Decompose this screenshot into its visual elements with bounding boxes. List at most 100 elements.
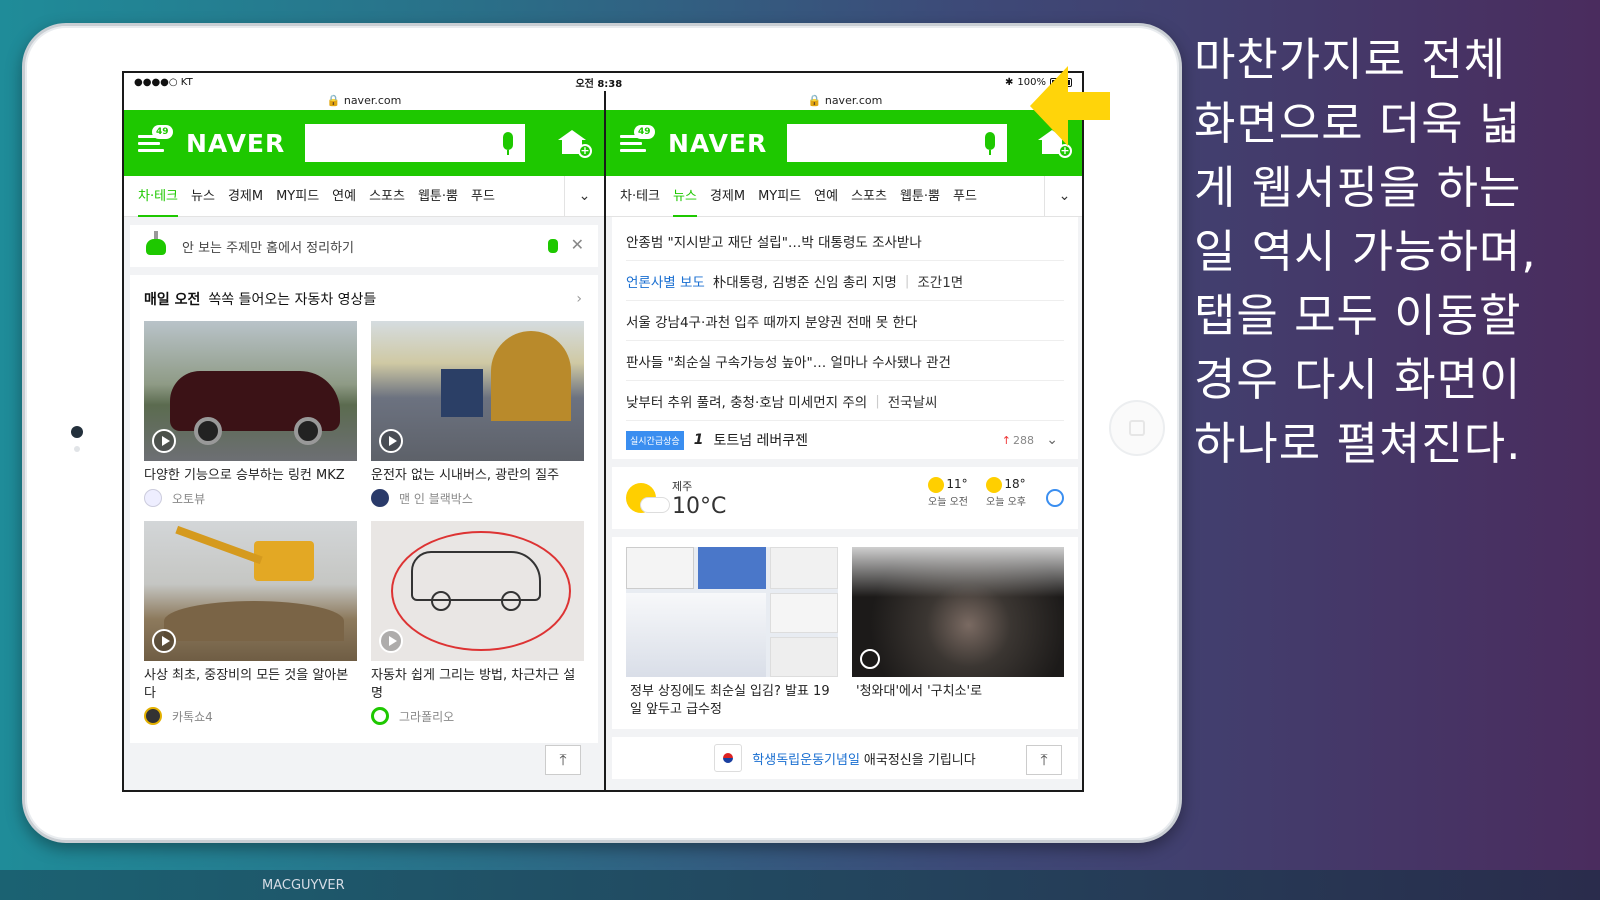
mic-icon[interactable] xyxy=(503,132,514,155)
headline-text: 안종범 "지시받고 재단 설립"…박 대통령도 조사받나 xyxy=(626,234,922,251)
tab-webtoon[interactable]: 웹툰·뿜 xyxy=(418,176,458,217)
close-icon[interactable]: ✕ xyxy=(571,235,584,254)
news-headline[interactable]: 언론사별 보도 朴대통령, 김병준 신임 총리 지명 | 조간1면 xyxy=(626,261,1064,301)
tab-sports[interactable]: 스포츠 xyxy=(851,176,887,217)
tab-car-tech[interactable]: 차·테크 xyxy=(138,176,179,217)
add-home-icon[interactable]: + xyxy=(558,130,592,158)
play-icon xyxy=(379,429,403,453)
tab-economy[interactable]: 경제M xyxy=(228,176,263,217)
news-headline[interactable]: 안종범 "지시받고 재단 설립"…박 대통령도 조사받나 xyxy=(626,221,1064,261)
url-text: naver.com xyxy=(343,94,402,107)
menu-badge: 49 xyxy=(152,125,173,139)
address-bar[interactable]: 🔒 naver.com xyxy=(124,91,604,110)
tab-food[interactable]: 푸드 xyxy=(471,176,495,217)
chevron-down-icon[interactable]: ⌄ xyxy=(564,176,604,216)
sun-cloud-icon xyxy=(626,483,670,513)
scroll-to-top-button[interactable]: ⤒ xyxy=(545,745,581,775)
video-item[interactable]: 다양한 기능으로 승부하는 링컨 MKZ 오토뷰 xyxy=(144,321,357,507)
tab-sports[interactable]: 스포츠 xyxy=(369,176,405,217)
tab-my-feed[interactable]: MY피드 xyxy=(276,176,319,217)
video-title[interactable]: 사상 최초, 중장비의 모든 것을 알아본다 xyxy=(144,667,357,703)
topic-tip-banner[interactable]: 안 보는 주제만 홈에서 정리하기 ✕ xyxy=(130,225,598,267)
scroll-to-top-button[interactable]: ⤒ xyxy=(1026,745,1062,775)
naver-logo[interactable]: NAVER xyxy=(668,129,767,158)
photo-thumbnail[interactable] xyxy=(852,547,1064,677)
press-link[interactable]: 언론사별 보도 xyxy=(626,271,705,291)
realtime-tag: 실시간급상승 xyxy=(626,430,684,450)
news-headline[interactable]: 낮부터 추위 풀려, 충청·호남 미세먼지 주의 | 전국날씨 xyxy=(626,381,1064,421)
caption-line: 화면으로 더욱 넓 xyxy=(1194,97,1522,150)
feed-header[interactable]: 매일 오전 쏙쏙 들어오는 자동차 영상들 › xyxy=(144,289,584,309)
tip-text: 안 보는 주제만 홈에서 정리하기 xyxy=(182,240,355,256)
tab-economy[interactable]: 경제M xyxy=(710,176,745,217)
tab-car-tech[interactable]: 차·테크 xyxy=(620,176,660,217)
forecast-afternoon: 18° 오늘 오후 xyxy=(984,477,1028,508)
forecast-temp: 11° xyxy=(946,477,968,491)
campaign-banner[interactable]: 학생독립운동기념일 애국정신을 기립니다 xyxy=(612,737,1078,779)
chevron-down-icon[interactable]: ⌄ xyxy=(1044,176,1082,216)
weather-temp: 10°C xyxy=(672,493,727,519)
realtime-trend[interactable]: 실시간급상승 1 토트넘 레버쿠젠 288 ⌄ xyxy=(626,421,1064,459)
video-title[interactable]: 운전자 없는 시내버스, 광란의 질주 xyxy=(371,467,584,485)
weather-card[interactable]: 제주 10°C 11° 오늘 오전 18° 오늘 오후 xyxy=(612,467,1078,529)
menu-badge: 49 xyxy=(634,125,655,139)
photo-news-item[interactable]: 정부 상징에도 최순실 입김? 발표 19일 앞두고 급수정 xyxy=(626,547,838,719)
camera-sensor xyxy=(74,446,80,452)
video-item[interactable]: 사상 최초, 중장비의 모든 것을 알아본다 카톡쇼4 xyxy=(144,521,357,725)
robot-icon xyxy=(142,231,170,261)
tab-my-feed[interactable]: MY피드 xyxy=(758,176,801,217)
naver-header: 49 NAVER + xyxy=(606,110,1082,176)
play-icon xyxy=(152,429,176,453)
right-split-pane: 🔒 naver.com 49 NAVER + 차·테크 뉴스 경제M MY피드 … xyxy=(604,91,1082,790)
trend-keyword[interactable]: 토트넘 레버쿠젠 xyxy=(713,430,808,450)
blackbox-icon xyxy=(371,489,389,507)
footer-brand: MACGUYVER xyxy=(262,878,345,893)
tab-food[interactable]: 푸드 xyxy=(953,176,977,217)
tab-entertainment[interactable]: 연예 xyxy=(814,176,838,217)
tab-news[interactable]: 뉴스 xyxy=(673,176,697,217)
news-headline[interactable]: 서울 강남4구·과천 입주 때까지 분양권 전매 못 한다 xyxy=(626,301,1064,341)
search-input[interactable] xyxy=(787,124,1008,162)
video-thumbnail[interactable] xyxy=(144,521,357,661)
video-title[interactable]: 자동차 쉽게 그리는 방법, 차근차근 설명 xyxy=(371,667,584,703)
chevron-down-icon[interactable]: ⌄ xyxy=(1046,432,1058,448)
photo-caption[interactable]: 정부 상징에도 최순실 입김? 발표 19일 앞두고 급수정 xyxy=(626,683,838,719)
news-headline[interactable]: 판사들 "최순실 구속가능성 높아"… 얼마나 수사됐나 관건 xyxy=(626,341,1064,381)
photo-thumbnail[interactable] xyxy=(626,547,838,677)
photo-caption[interactable]: '청와대'에서 '구치소'로 xyxy=(852,683,1064,701)
naver-logo[interactable]: NAVER xyxy=(186,129,285,158)
clock-text: 오전 8:38 xyxy=(575,78,623,90)
url-text: naver.com xyxy=(824,94,883,107)
menu-icon[interactable]: 49 xyxy=(138,125,174,155)
home-button[interactable] xyxy=(1109,400,1165,456)
headline-aux[interactable]: 전국날씨 xyxy=(888,391,938,411)
video-thumbnail[interactable] xyxy=(371,321,584,461)
video-item[interactable]: 운전자 없는 시내버스, 광란의 질주 맨 인 블랙박스 xyxy=(371,321,584,507)
address-bar[interactable]: 🔒 naver.com xyxy=(606,91,1082,110)
banner-keyword[interactable]: 학생독립운동기념일 xyxy=(752,749,860,768)
taegeukgi-icon xyxy=(714,744,743,772)
video-source: 오토뷰 xyxy=(172,491,206,506)
video-item[interactable]: 자동차 쉽게 그리는 방법, 차근차근 설명 그라폴리오 xyxy=(371,521,584,725)
tab-news[interactable]: 뉴스 xyxy=(191,176,215,217)
photo-news-item[interactable]: '청와대'에서 '구치소'로 xyxy=(852,547,1064,719)
front-camera xyxy=(71,426,83,438)
video-thumbnail[interactable] xyxy=(371,521,584,661)
video-source: 맨 인 블랙박스 xyxy=(399,491,473,506)
play-icon xyxy=(379,629,403,653)
headline-aux[interactable]: 조간1면 xyxy=(917,271,963,291)
video-thumbnail[interactable] xyxy=(144,321,357,461)
tab-webtoon[interactable]: 웹툰·뿜 xyxy=(900,176,940,217)
forecast-label: 오늘 오후 xyxy=(986,497,1026,508)
search-input[interactable] xyxy=(305,124,526,162)
menu-icon[interactable]: 49 xyxy=(620,125,656,155)
category-tabs: 차·테크 뉴스 경제M MY피드 연예 스포츠 웹툰·뿜 푸드 ⌄ xyxy=(124,176,604,217)
naver-header: 49 NAVER + xyxy=(124,110,604,176)
video-title[interactable]: 다양한 기능으로 승부하는 링컨 MKZ xyxy=(144,467,357,485)
tab-entertainment[interactable]: 연예 xyxy=(332,176,356,217)
location-icon[interactable] xyxy=(1046,489,1064,507)
trend-count: 288 xyxy=(1002,434,1034,447)
forecast-morning: 11° 오늘 오전 xyxy=(926,477,970,508)
mic-icon[interactable] xyxy=(985,132,996,155)
video-source: 그라폴리오 xyxy=(399,709,455,724)
